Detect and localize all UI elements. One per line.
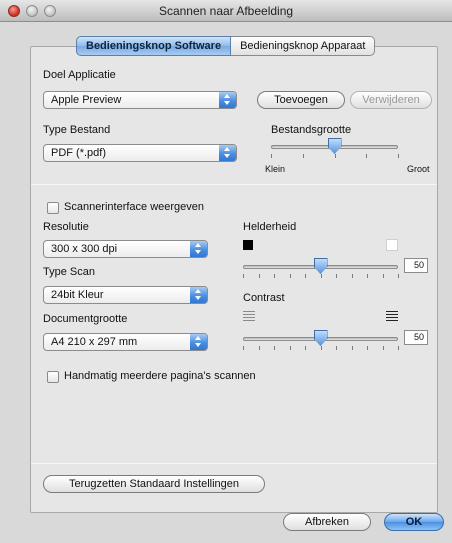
type-bestand-value: PDF (*.pdf) — [51, 147, 107, 159]
window-title: Scannen naar Afbeelding — [158, 4, 294, 18]
slider-tick — [336, 346, 337, 350]
slider-tick — [258, 346, 260, 350]
dark-brightness-icon — [243, 240, 253, 250]
documentgrootte-select[interactable]: A4 210 x 297 mm — [43, 333, 208, 351]
slider-tick — [289, 274, 291, 278]
type-bestand-label: Type Bestand — [43, 124, 111, 136]
tab-bedieningsknop-apparaat[interactable]: Bedieningsknop Apparaat — [231, 36, 376, 56]
popup-arrows-icon — [219, 92, 236, 108]
scannerinterface-checkbox[interactable] — [47, 202, 59, 214]
slider-tick — [243, 274, 244, 278]
slider-tick — [336, 274, 337, 278]
resolutie-value: 300 x 300 dpi — [51, 243, 118, 255]
slider-tick — [320, 274, 322, 278]
slider-ticks — [271, 154, 399, 159]
section-divider — [31, 184, 437, 185]
settings-panel: Doel Applicatie Apple Preview Toevoegen … — [30, 46, 438, 513]
type-scan-value: 24bit Kleur — [51, 289, 104, 301]
slider-tick — [274, 346, 275, 350]
slider-tick — [398, 274, 399, 278]
tab-bedieningsknop-software[interactable]: Bedieningsknop Software — [76, 36, 232, 56]
cancel-button[interactable]: Afbreken — [283, 513, 371, 531]
doel-applicatie-select[interactable]: Apple Preview — [43, 91, 237, 109]
handmatig-checkbox[interactable] — [47, 371, 59, 383]
slider-tick — [382, 274, 384, 278]
low-contrast-icon — [243, 311, 255, 321]
slider-tick — [398, 346, 399, 350]
documentgrootte-label: Documentgrootte — [43, 313, 128, 325]
documentgrootte-value: A4 210 x 297 mm — [51, 336, 138, 348]
bestandsgrootte-min-label: Klein — [265, 164, 286, 174]
slider-thumb[interactable] — [313, 330, 328, 346]
slider-tick — [305, 274, 306, 278]
toevoegen-button[interactable]: Toevoegen — [257, 91, 345, 109]
slider-tick — [274, 274, 275, 278]
type-bestand-select[interactable]: PDF (*.pdf) — [43, 144, 237, 162]
resolutie-select[interactable]: 300 x 300 dpi — [43, 240, 208, 258]
slider-thumb[interactable] — [313, 258, 328, 274]
slider-tick — [351, 274, 353, 278]
helderheid-label: Helderheid — [243, 221, 297, 233]
contrast-label: Contrast — [243, 292, 285, 304]
popup-arrows-icon — [190, 287, 207, 303]
dialog-window: Bedieningsknop Software Bedieningsknop A… — [0, 22, 452, 543]
bestandsgrootte-slider[interactable] — [271, 138, 399, 160]
ok-button[interactable]: OK — [384, 513, 444, 531]
slider-tick — [398, 154, 399, 158]
bestandsgrootte-label: Bestandsgrootte — [271, 124, 352, 136]
slider-tick — [305, 346, 306, 350]
slider-tick — [289, 346, 291, 350]
high-contrast-icon — [386, 311, 398, 321]
scannerinterface-label: Scannerinterface weergeven — [64, 201, 205, 213]
slider-tick — [258, 274, 260, 278]
slider-tick — [334, 154, 336, 158]
slider-tick — [367, 274, 368, 278]
slider-tick — [367, 346, 368, 350]
helderheid-slider[interactable] — [243, 258, 399, 280]
slider-tick — [302, 154, 304, 158]
tab-bar: Bedieningsknop Software Bedieningsknop A… — [76, 36, 376, 56]
slider-ticks — [243, 274, 399, 279]
doel-applicatie-label: Doel Applicatie — [43, 69, 116, 81]
slider-thumb[interactable] — [327, 138, 342, 154]
doel-applicatie-value: Apple Preview — [51, 94, 122, 106]
type-scan-select[interactable]: 24bit Kleur — [43, 286, 208, 304]
contrast-slider[interactable] — [243, 330, 399, 352]
popup-arrows-icon — [190, 334, 207, 350]
slider-tick — [366, 154, 368, 158]
type-scan-label: Type Scan — [43, 266, 95, 278]
helderheid-value-field[interactable]: 50 — [404, 258, 428, 273]
resolutie-label: Resolutie — [43, 221, 89, 233]
slider-tick — [351, 346, 353, 350]
slider-ticks — [243, 346, 399, 351]
slider-tick — [243, 346, 244, 350]
slider-tick — [382, 346, 384, 350]
light-brightness-icon — [386, 239, 398, 251]
popup-arrows-icon — [219, 145, 236, 161]
title-bar: Scannen naar Afbeelding — [0, 0, 452, 22]
bestandsgrootte-max-label: Groot — [407, 164, 430, 174]
reset-defaults-button[interactable]: Terugzetten Standaard Instellingen — [43, 475, 265, 493]
handmatig-label: Handmatig meerdere pagina's scannen — [64, 370, 256, 382]
slider-tick — [320, 346, 322, 350]
contrast-value-field[interactable]: 50 — [404, 330, 428, 345]
slider-tick — [271, 154, 272, 158]
section-divider — [31, 463, 437, 464]
popup-arrows-icon — [190, 241, 207, 257]
verwijderen-button[interactable]: Verwijderen — [350, 91, 432, 109]
